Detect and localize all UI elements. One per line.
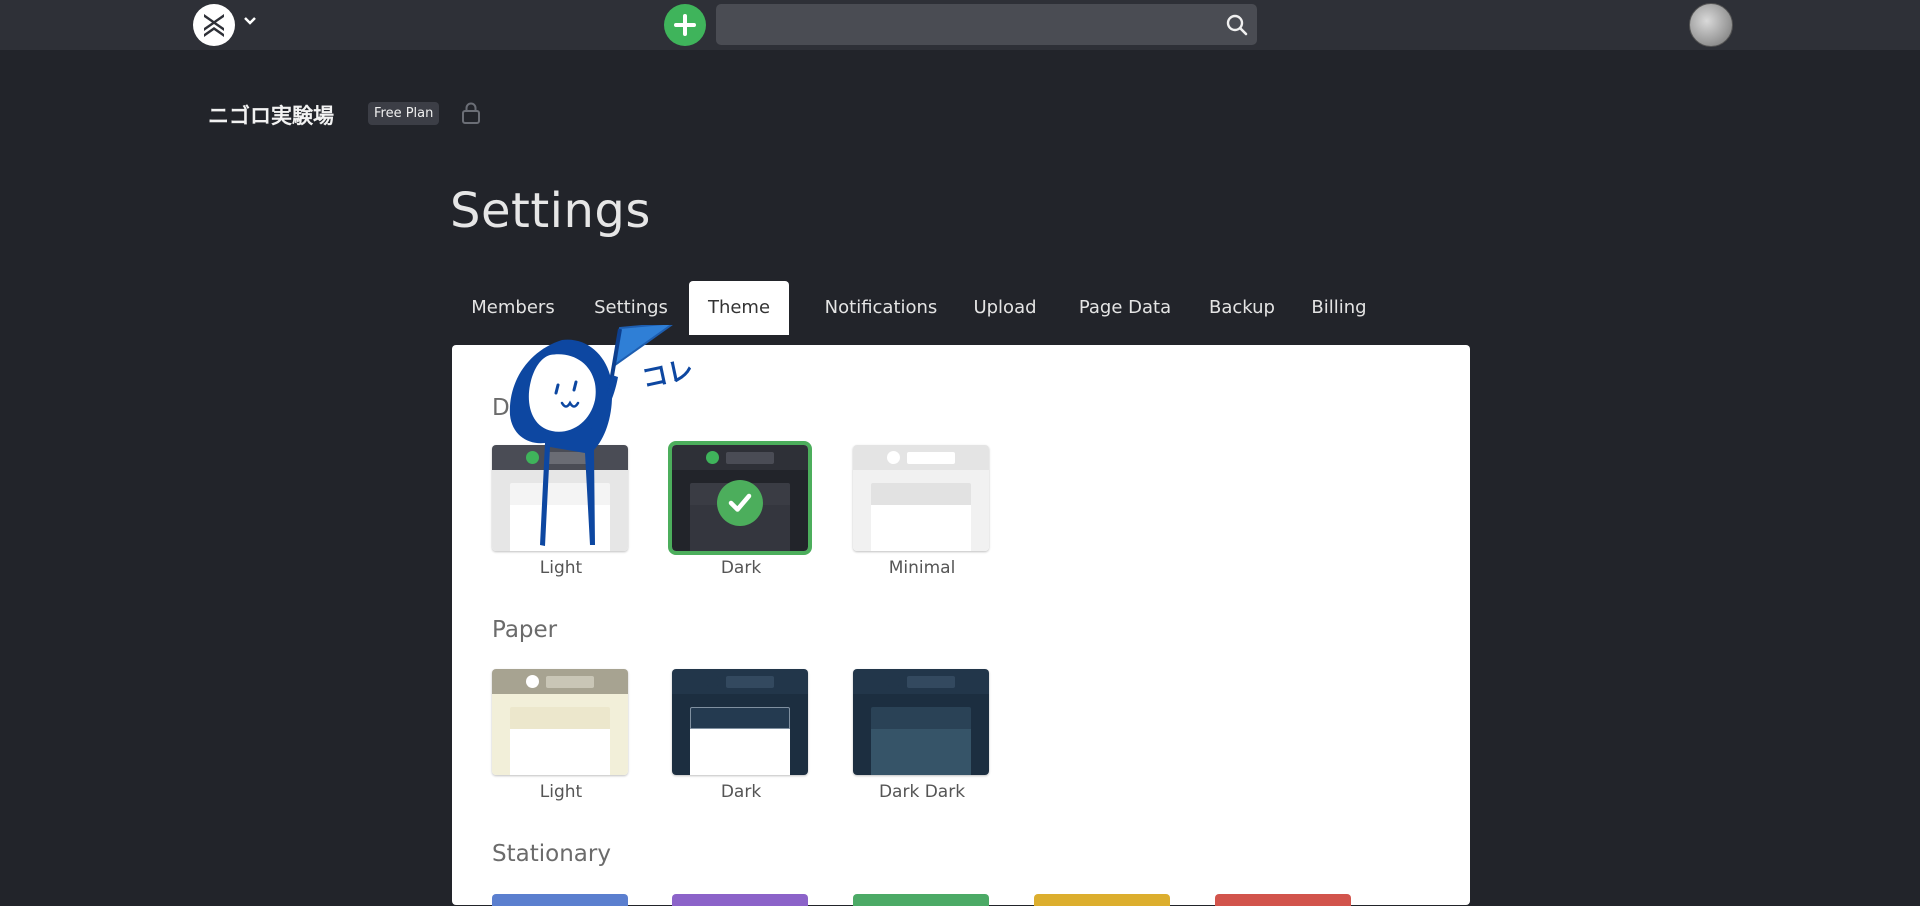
theme-thumbnail bbox=[672, 669, 808, 775]
project-name[interactable]: ニゴロ実験場 bbox=[208, 100, 334, 130]
search-input[interactable] bbox=[716, 4, 1220, 45]
theme-label: Dark bbox=[720, 558, 762, 578]
tab-upload[interactable]: Upload bbox=[960, 281, 1050, 335]
search-icon[interactable] bbox=[1225, 13, 1249, 37]
theme-stationary-yellow[interactable] bbox=[1034, 894, 1170, 906]
lock-icon bbox=[462, 102, 480, 124]
page-title: Settings bbox=[450, 183, 651, 239]
theme-label: Dark Dark bbox=[878, 782, 966, 802]
tab-billing[interactable]: Billing bbox=[1294, 281, 1384, 335]
theme-stationary-red[interactable] bbox=[1215, 894, 1351, 906]
theme-stationary-green[interactable] bbox=[853, 894, 989, 906]
section-heading-stationary: Stationary bbox=[492, 841, 611, 867]
theme-paper-dark[interactable]: Dark bbox=[672, 669, 810, 802]
new-page-button[interactable] bbox=[664, 4, 706, 46]
scrapbox-logo-icon[interactable] bbox=[193, 4, 235, 46]
theme-stationary-blue[interactable] bbox=[492, 894, 628, 906]
theme-thumbnail bbox=[492, 669, 628, 775]
plan-badge: Free Plan bbox=[368, 102, 440, 125]
theme-thumbnail bbox=[853, 669, 989, 775]
top-navbar bbox=[0, 0, 1920, 50]
selected-check-icon bbox=[717, 480, 763, 526]
theme-stationary-purple[interactable] bbox=[672, 894, 808, 906]
tab-backup[interactable]: Backup bbox=[1192, 281, 1292, 335]
theme-label: Light bbox=[539, 558, 583, 578]
theme-default-minimal[interactable]: Minimal bbox=[853, 445, 991, 578]
plus-icon bbox=[674, 14, 696, 36]
theme-label: Light bbox=[539, 782, 583, 802]
tab-notifications[interactable]: Notifications bbox=[801, 281, 961, 335]
section-heading-paper: Paper bbox=[492, 617, 558, 643]
theme-thumbnail bbox=[853, 445, 989, 551]
mascot-text: コレ bbox=[639, 355, 696, 395]
user-avatar[interactable] bbox=[1689, 3, 1733, 47]
tab-page-data[interactable]: Page Data bbox=[1060, 281, 1190, 335]
theme-paper-light[interactable]: Light bbox=[492, 669, 630, 802]
theme-label: Dark bbox=[720, 782, 762, 802]
search-box bbox=[716, 4, 1257, 45]
mascot-illustration: コレ bbox=[509, 325, 696, 546]
theme-label: Minimal bbox=[888, 558, 956, 578]
chevron-down-icon[interactable] bbox=[243, 14, 257, 28]
theme-paper-dark-dark[interactable]: Dark Dark bbox=[853, 669, 991, 802]
